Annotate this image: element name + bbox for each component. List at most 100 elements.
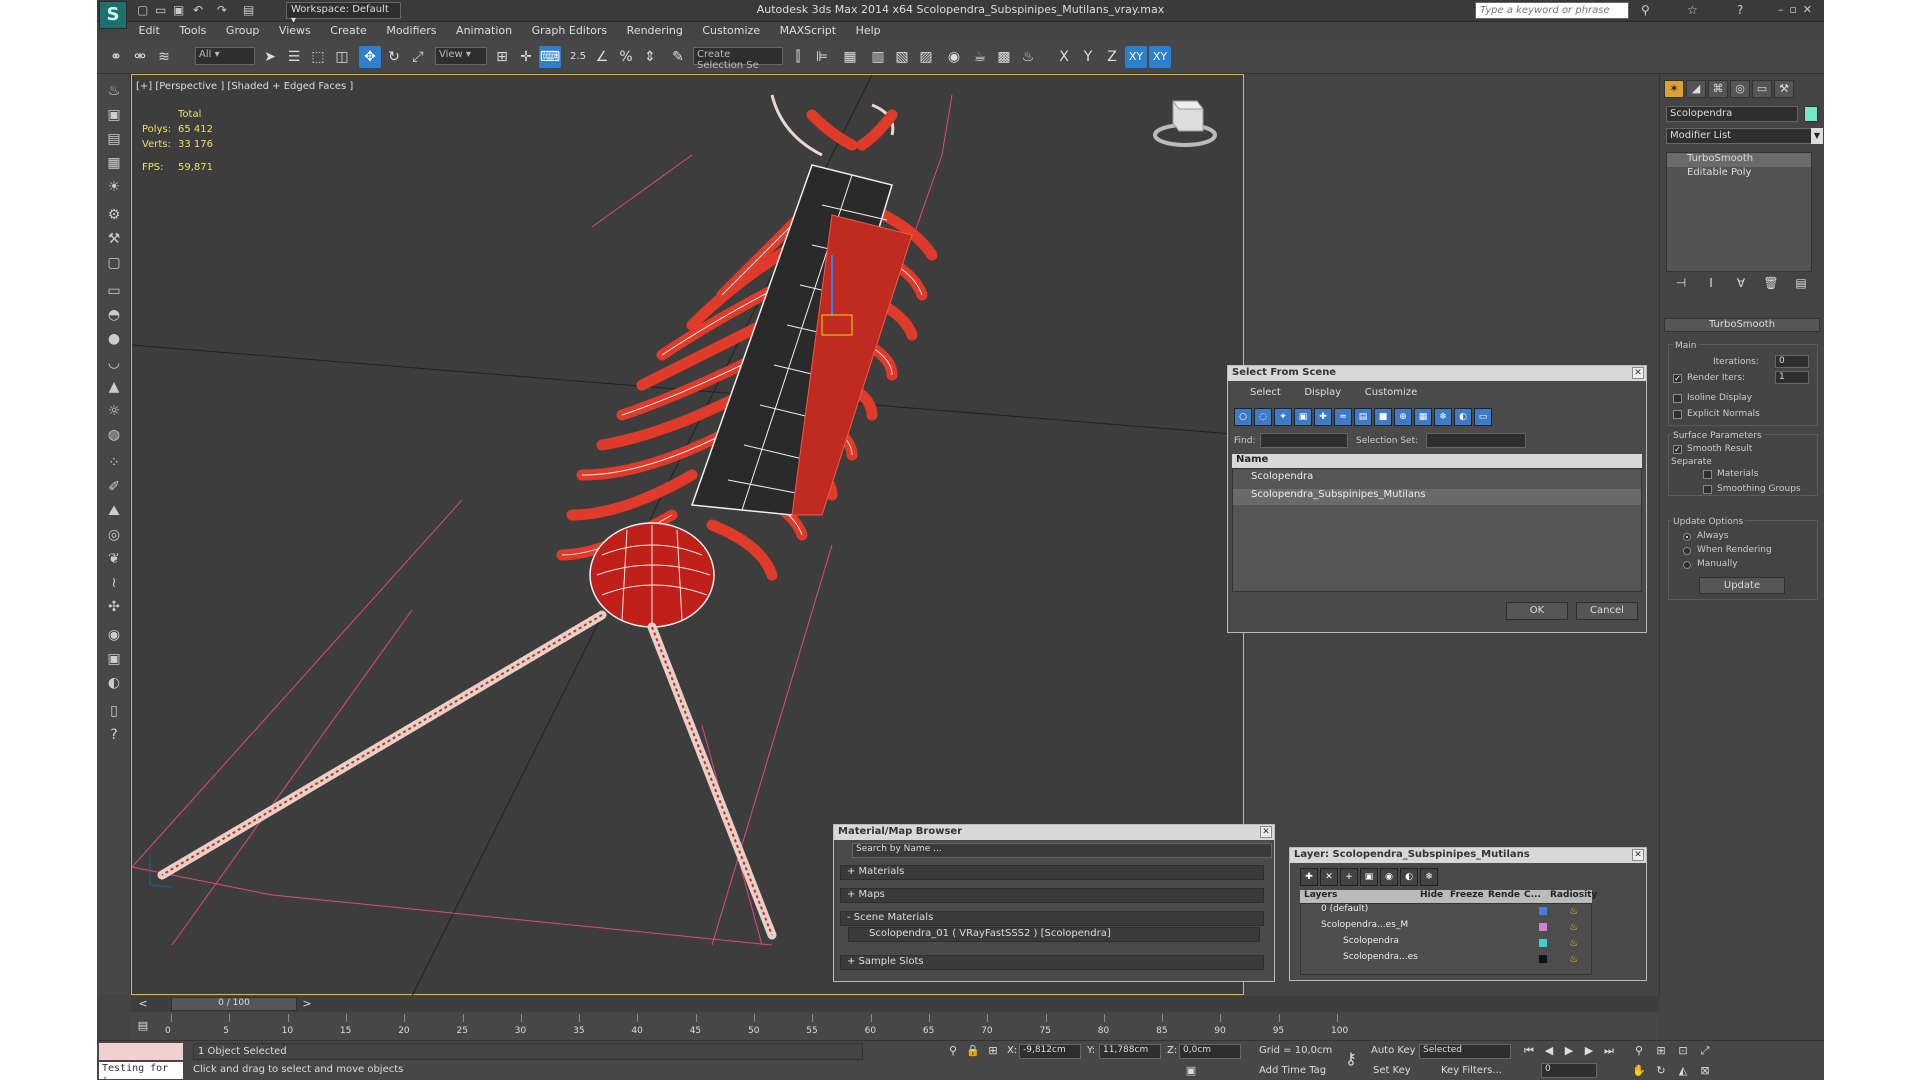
set-key-button[interactable]: Set Key — [1373, 1065, 1411, 1076]
display-tab-icon[interactable]: ▭ — [1752, 80, 1772, 98]
render-setup-icon[interactable]: ☕ — [969, 46, 991, 68]
select-rotate-icon[interactable]: ↻ — [383, 46, 405, 68]
filter-frozen-icon[interactable]: ❄ — [1434, 408, 1452, 426]
search-input[interactable]: Type a keyword or phrase — [1475, 2, 1629, 19]
axis-xy-cycle-button[interactable]: XY — [1149, 46, 1171, 68]
orbit-icon[interactable]: ↻ — [1653, 1063, 1669, 1079]
close-icon[interactable]: ✕ — [1632, 367, 1644, 379]
material-editor-icon[interactable]: ◉ — [943, 46, 965, 68]
turbosmooth-rollout-header[interactable]: TurboSmooth — [1664, 318, 1820, 332]
scene-materials-group[interactable]: - Scene Materials — [840, 911, 1264, 926]
next-frame-icon[interactable]: ▶ — [1581, 1043, 1597, 1059]
axis-xy-button[interactable]: XY — [1125, 46, 1147, 68]
filter-bones-icon[interactable]: ⊕ — [1394, 408, 1412, 426]
walkthrough-icon[interactable]: ⊠ — [1697, 1063, 1713, 1079]
chevron-down-icon[interactable]: ▼ — [1811, 128, 1823, 144]
layer-color-swatch[interactable] — [1539, 955, 1547, 963]
radiosity-teapot-icon[interactable]: ♨ — [1569, 938, 1578, 949]
mini-curve-editor-icon[interactable]: ▤ — [135, 1018, 151, 1034]
stack-item-turbosmooth[interactable]: TurboSmooth — [1667, 153, 1811, 167]
pin-stack-icon[interactable]: ⊣ — [1666, 276, 1696, 290]
select-by-name-icon[interactable]: ☰ — [283, 46, 305, 68]
app-logo[interactable]: S — [99, 1, 127, 29]
particles-icon[interactable]: ⁘ — [103, 452, 125, 474]
go-to-end-icon[interactable]: ⏭ — [1601, 1043, 1617, 1059]
color-column-header[interactable]: C... — [1520, 890, 1546, 903]
name-column-header[interactable]: Name — [1232, 454, 1642, 468]
maxscript-input[interactable]: Testing for : — [99, 1062, 183, 1080]
menu-maxscript[interactable]: MAXScript — [772, 22, 844, 39]
maximize-viewport-icon[interactable]: ⤢ — [1697, 1043, 1713, 1059]
scene-material-item[interactable]: Scolopendra_01 ( VRayFastSSS2 ) [Scolope… — [848, 927, 1260, 942]
time-slider-handle[interactable]: 0 / 100 — [171, 997, 297, 1011]
panel-icon[interactable]: ▤ — [103, 128, 125, 150]
explicit-normals-checkbox[interactable] — [1673, 410, 1682, 419]
new-layer-icon[interactable]: ✚ — [1300, 868, 1318, 886]
filter-cameras-icon[interactable]: ▣ — [1294, 408, 1312, 426]
time-tag-icon[interactable]: ▣ — [1183, 1063, 1199, 1079]
configure-sets-icon[interactable]: ▤ — [1786, 276, 1816, 290]
bind-spacewarp-icon[interactable]: ≋ — [153, 46, 175, 68]
sfs-menu-display[interactable]: Display — [1294, 384, 1351, 401]
chevron-right-icon[interactable]: > — [299, 996, 315, 1012]
maps-group[interactable]: + Maps — [840, 888, 1264, 903]
angle-snap-icon[interactable]: ∠ — [591, 46, 613, 68]
pan-icon[interactable]: ✋ — [1631, 1063, 1647, 1079]
hierarchy-tab-icon[interactable]: ⌘ — [1708, 80, 1728, 98]
object-name-field[interactable]: Scolopendra — [1666, 106, 1798, 122]
align-icon[interactable]: ⊫ — [811, 46, 833, 68]
viewport-label[interactable]: [+] [Perspective ] [Shaded + Edged Faces… — [136, 81, 353, 92]
selection-set-dropdown[interactable] — [1426, 433, 1526, 448]
menu-graph-editors[interactable]: Graph Editors — [524, 22, 616, 39]
filter-warps-icon[interactable]: ≈ — [1334, 408, 1352, 426]
viewcube[interactable] — [1153, 93, 1217, 151]
render-teapot-icon[interactable]: ♨ — [1017, 46, 1039, 68]
table-row[interactable]: Scolopendra...es — [1301, 952, 1591, 968]
binoculars-icon[interactable]: ⚲ — [1641, 3, 1650, 19]
play-icon[interactable]: ▶ — [1561, 1043, 1577, 1059]
browser-search-input[interactable]: Search by Name ... — [852, 843, 1272, 858]
track-bar[interactable]: ▤ 0 5 10 15 20 25 30 35 40 45 50 55 60 65 70 75 80 85 90 95… — [131, 1012, 1659, 1040]
maxscript-listener[interactable] — [99, 1043, 183, 1060]
key-filters-button[interactable]: Key Filters... — [1441, 1065, 1502, 1076]
sfs-menu-customize[interactable]: Customize — [1355, 384, 1428, 401]
list-item[interactable]: Scolopendra_Subspinipes_Mutilans — [1233, 489, 1641, 505]
snap-toggle-icon[interactable]: 2.5 — [567, 46, 589, 68]
show-end-result-icon[interactable]: I — [1696, 276, 1726, 290]
current-frame-field[interactable]: 0 — [1541, 1063, 1597, 1078]
pivot-center-icon[interactable]: ⊞ — [491, 46, 513, 68]
radiosity-teapot-icon[interactable]: ♨ — [1569, 954, 1578, 965]
disc-icon[interactable]: ◍ — [103, 424, 125, 446]
filter-containers-icon[interactable]: ▦ — [1414, 408, 1432, 426]
help-icon[interactable]: ? — [1737, 3, 1743, 19]
layers-column-header[interactable]: Layers — [1300, 890, 1416, 903]
utilities-tab-icon[interactable]: ⚒ — [1774, 80, 1794, 98]
table-row[interactable]: Scolopendra — [1301, 936, 1591, 952]
freeze-all-icon[interactable]: ❄ — [1420, 868, 1438, 886]
nodes-icon[interactable]: ✣ — [103, 596, 125, 618]
dome-icon[interactable]: ◓ — [103, 304, 125, 326]
graphite-tools-icon[interactable]: ▥ — [867, 46, 889, 68]
table-row[interactable]: Scolopendra...es_M — [1301, 920, 1591, 936]
light-icon[interactable]: ☀ — [103, 176, 125, 198]
menu-animation[interactable]: Animation — [448, 22, 520, 39]
axis-z-button[interactable]: Z — [1101, 46, 1123, 68]
render-iters-checkbox[interactable]: ✓ — [1673, 374, 1682, 383]
axis-y-button[interactable]: Y — [1077, 46, 1099, 68]
render-icon[interactable]: ▣ — [103, 104, 125, 126]
materials-group[interactable]: + Materials — [840, 865, 1264, 880]
axis-x-button[interactable]: X — [1053, 46, 1075, 68]
percent-snap-icon[interactable]: % — [615, 46, 637, 68]
window-controls[interactable]: –▫✕ — [1778, 3, 1818, 16]
lock-icon[interactable]: 🔒 — [965, 1043, 981, 1059]
menu-tools[interactable]: Tools — [171, 22, 214, 39]
cone-icon[interactable]: ▲ — [103, 376, 125, 398]
star-icon[interactable]: ☆ — [1687, 3, 1698, 19]
select-in-layer-icon[interactable]: ▣ — [1360, 868, 1378, 886]
close-icon[interactable]: ✕ — [1260, 826, 1272, 838]
zoom-all-icon[interactable]: ⊞ — [1653, 1043, 1669, 1059]
remove-modifier-icon[interactable]: 🗑 — [1756, 276, 1786, 290]
layer-color-swatch[interactable] — [1539, 907, 1547, 915]
mountain-icon[interactable]: ⛰ — [103, 500, 125, 522]
when-rendering-radio[interactable] — [1683, 547, 1691, 555]
